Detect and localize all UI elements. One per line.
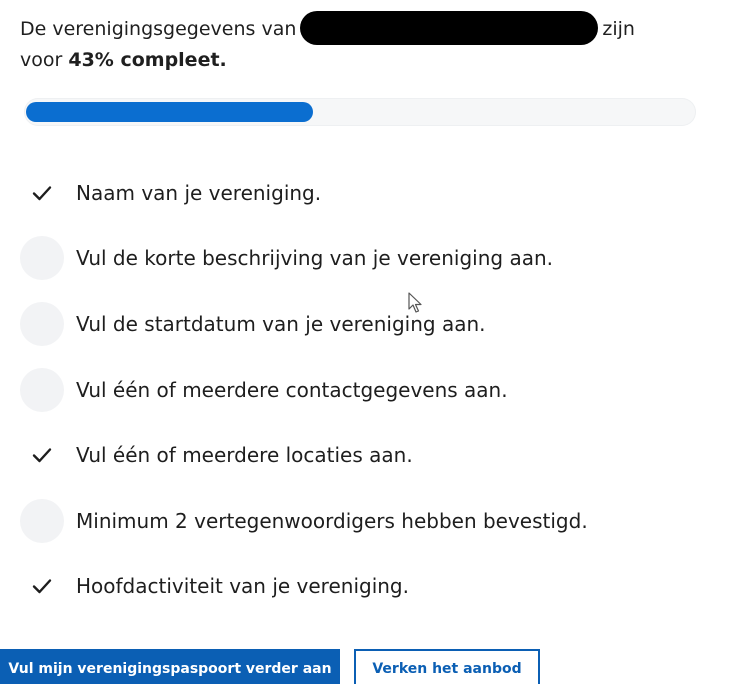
checklist-item-label: Hoofdactiviteit van je vereniging. <box>76 574 409 599</box>
progress-bar <box>24 98 696 126</box>
completion-panel: De verenigingsgegevens van zijn voor 43% … <box>0 0 739 684</box>
empty-circle-icon <box>20 367 64 412</box>
completion-checklist: Naam van je vereniging. Vul de korte besc… <box>20 160 720 619</box>
summary-prefix: De verenigingsgegevens van <box>20 18 297 40</box>
mouse-cursor-icon <box>408 292 422 313</box>
checklist-item-label: Vul één of meerdere locaties aan. <box>76 443 413 468</box>
summary-line2-prefix: voor <box>20 48 63 71</box>
summary-suffix: zijn <box>602 18 635 40</box>
completion-summary: De verenigingsgegevens van zijn voor 43% … <box>20 10 700 75</box>
checklist-item: Vul één of meerdere contactgegevens aan. <box>20 357 720 423</box>
redacted-association-name <box>300 10 599 45</box>
checklist-item-label: Minimum 2 vertegenwoordigers hebben beve… <box>76 508 588 533</box>
checklist-item-label: Vul één of meerdere contactgegevens aan. <box>76 377 508 402</box>
checkmark-icon <box>20 564 64 608</box>
checklist-item: Naam van je vereniging. <box>20 160 720 226</box>
continue-passport-button[interactable]: Vul mijn verenigingspaspoort verder aan <box>0 649 340 684</box>
explore-offer-button[interactable]: Verken het aanbod <box>354 649 540 684</box>
checklist-item-label: Vul de startdatum van je vereniging aan. <box>76 311 486 336</box>
checklist-item-label: Naam van je vereniging. <box>76 180 322 205</box>
checklist-item: Hoofdactiviteit van je vereniging. <box>20 554 720 620</box>
checkmark-icon <box>20 171 64 215</box>
checklist-item-label: Vul de korte beschrijving van je verenig… <box>76 246 553 271</box>
completion-percent: 43% compleet. <box>68 48 227 71</box>
checklist-item: Vul de startdatum van je vereniging aan. <box>20 291 720 357</box>
checklist-item: Vul één of meerdere locaties aan. <box>20 422 720 488</box>
checklist-item: Minimum 2 vertegenwoordigers hebben beve… <box>20 488 720 554</box>
progress-bar-fill <box>26 102 313 122</box>
empty-circle-icon <box>20 301 64 346</box>
empty-circle-icon <box>20 498 64 543</box>
empty-circle-icon <box>20 236 64 281</box>
checklist-item: Vul de korte beschrijving van je verenig… <box>20 226 720 292</box>
checkmark-icon <box>20 433 64 477</box>
